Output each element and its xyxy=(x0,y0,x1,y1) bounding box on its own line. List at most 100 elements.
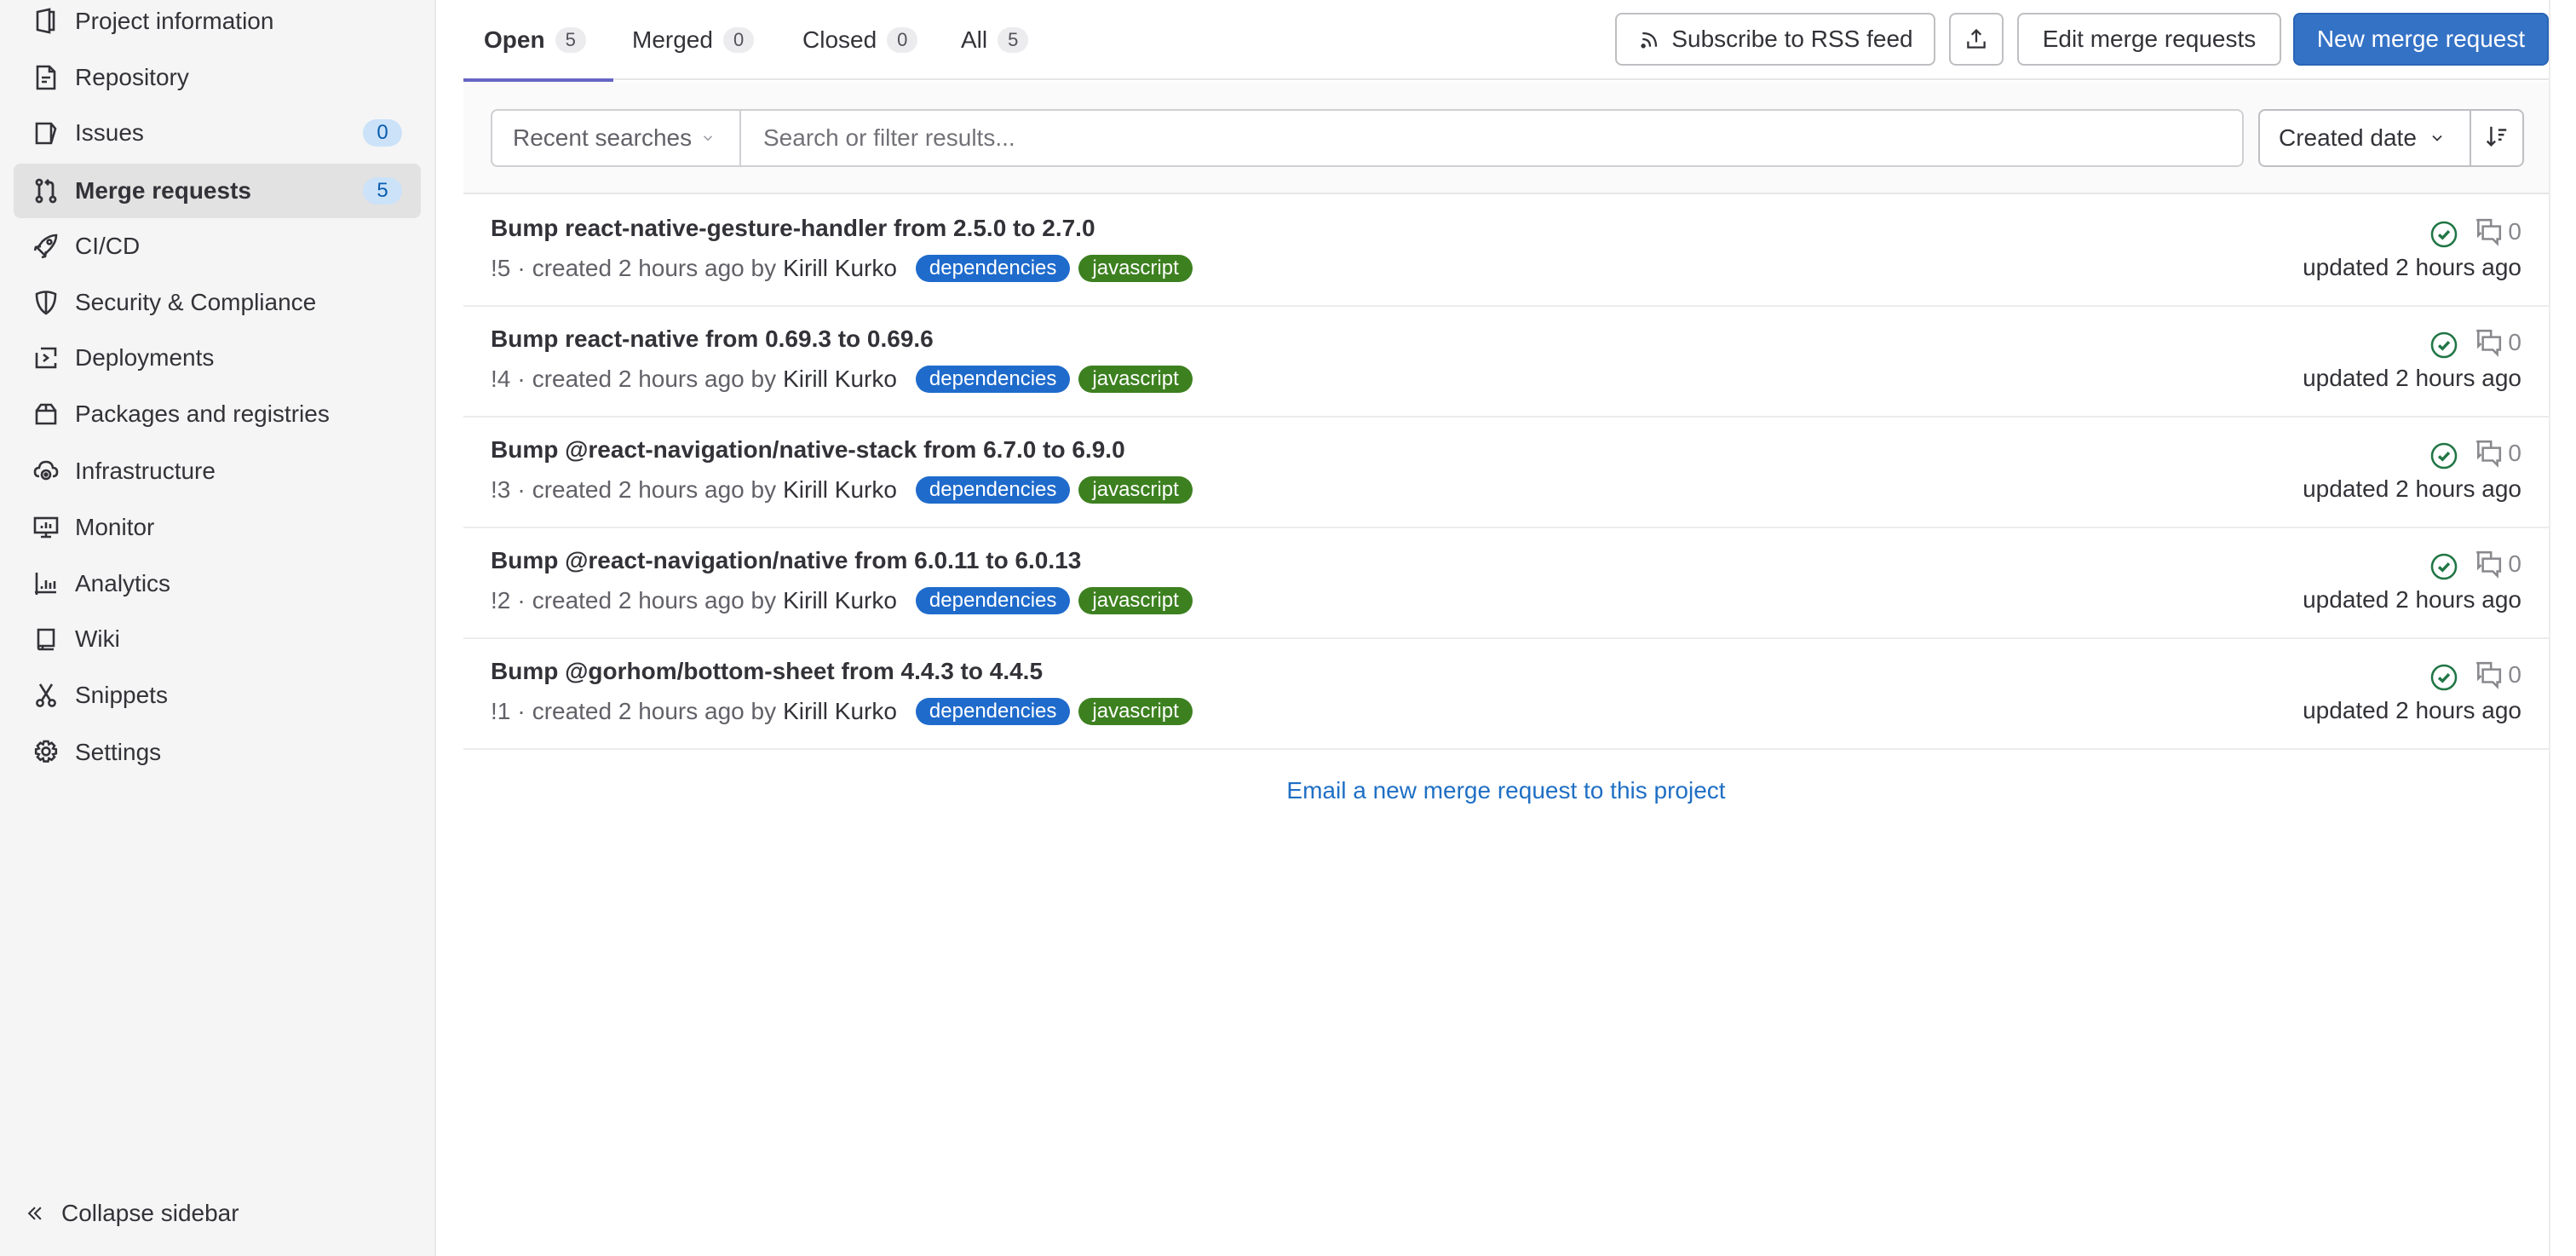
tab-merged[interactable]: Merged 0 xyxy=(612,0,774,80)
sidebar-item-ci-cd[interactable]: CI/CD xyxy=(14,219,421,274)
sidebar-item-wiki[interactable]: Wiki xyxy=(14,612,421,666)
tab-closed[interactable]: Closed 0 xyxy=(782,0,938,80)
merge-request-row: Bump @react-navigation/native-stack from… xyxy=(463,418,2549,528)
rss-icon xyxy=(1637,26,1663,52)
merge-requests-count-badge: 5 xyxy=(363,177,402,205)
merge-request-row: Bump react-native from 0.69.3 to 0.69.6 … xyxy=(463,307,2549,418)
tab-all[interactable]: All 5 xyxy=(940,0,1049,80)
author-link[interactable]: Kirill Kurko xyxy=(783,587,897,614)
label-dependencies[interactable]: dependencies xyxy=(915,366,1071,393)
comments-icon xyxy=(2476,329,2502,357)
separator-dot: · xyxy=(517,587,526,614)
search-field[interactable] xyxy=(739,109,2244,167)
email-new-merge-request-link[interactable]: Email a new merge request to this projec… xyxy=(463,777,2549,804)
created-text: created 2 hours ago by xyxy=(532,255,777,281)
sidebar-item-deployments[interactable]: Deployments xyxy=(14,331,421,385)
recent-searches-dropdown[interactable]: Recent searches xyxy=(491,109,741,167)
sidebar: Project information Repository Issues 0 … xyxy=(0,0,436,1256)
sidebar-item-issues[interactable]: Issues 0 xyxy=(14,106,421,160)
comments-count: 0 xyxy=(2474,328,2521,357)
sidebar-item-merge-requests[interactable]: Merge requests 5 xyxy=(14,164,421,218)
sidebar-item-analytics[interactable]: Analytics xyxy=(14,556,421,611)
comments-icon xyxy=(2476,661,2502,689)
new-merge-request-button[interactable]: New merge request xyxy=(2293,13,2549,66)
subscribe-rss-label: Subscribe to RSS feed xyxy=(1671,26,1913,52)
sidebar-item-settings[interactable]: Settings xyxy=(14,725,421,780)
document-icon xyxy=(32,64,60,91)
author-link[interactable]: Kirill Kurko xyxy=(783,476,897,504)
label-javascript[interactable]: javascript xyxy=(1078,698,1193,725)
label-dependencies[interactable]: dependencies xyxy=(915,698,1071,725)
pipeline-passed-icon[interactable] xyxy=(2429,331,2458,360)
merge-request-title[interactable]: Bump @react-navigation/native from 6.0.1… xyxy=(491,547,1081,574)
search-input[interactable] xyxy=(763,111,2242,165)
sort-descending-icon xyxy=(2484,124,2510,153)
gear-icon xyxy=(32,739,60,766)
merge-request-title[interactable]: Bump @react-navigation/native-stack from… xyxy=(491,436,1125,464)
sidebar-item-packages-registries[interactable]: Packages and registries xyxy=(14,387,421,441)
pipeline-passed-icon[interactable] xyxy=(2429,663,2458,692)
merge-request-row: Bump @react-navigation/native from 6.0.1… xyxy=(463,528,2549,639)
tab-count: 5 xyxy=(555,27,586,53)
author-link[interactable]: Kirill Kurko xyxy=(783,366,897,393)
sidebar-item-project-information[interactable]: Project information xyxy=(14,0,421,49)
subscribe-rss-button[interactable]: Subscribe to RSS feed xyxy=(1615,13,1935,66)
issues-count-badge: 0 xyxy=(363,119,402,147)
comments-icon xyxy=(2476,440,2502,468)
label-dependencies[interactable]: dependencies xyxy=(915,587,1071,614)
merge-request-row: Bump react-native-gesture-handler from 2… xyxy=(463,196,2549,307)
export-icon xyxy=(1964,26,1989,52)
pipeline-passed-icon[interactable] xyxy=(2429,220,2458,249)
collapse-sidebar-label: Collapse sidebar xyxy=(61,1200,239,1226)
sidebar-item-infrastructure[interactable]: Infrastructure xyxy=(14,444,421,498)
scrollbar[interactable] xyxy=(2549,0,2576,1256)
edit-merge-requests-label: Edit merge requests xyxy=(2042,26,2257,52)
sort-dropdown[interactable]: Created date xyxy=(2258,109,2471,167)
merge-request-title[interactable]: Bump @gorhom/bottom-sheet from 4.4.3 to … xyxy=(491,658,1043,685)
pipeline-passed-icon[interactable] xyxy=(2429,552,2458,581)
author-link[interactable]: Kirill Kurko xyxy=(783,698,897,725)
merge-request-meta: !2 · created 2 hours ago by Kirill Kurko… xyxy=(491,586,1201,615)
book-icon xyxy=(32,625,60,653)
shield-icon xyxy=(32,289,60,316)
export-button[interactable] xyxy=(1949,13,2004,66)
sort-direction-button[interactable] xyxy=(2470,109,2524,167)
sidebar-item-repository[interactable]: Repository xyxy=(14,50,421,105)
comments-count: 0 xyxy=(2474,439,2521,468)
created-text: created 2 hours ago by xyxy=(532,366,777,392)
filter-bar: Recent searches Created date xyxy=(463,82,2549,194)
labels: dependencies javascript xyxy=(915,366,1201,393)
label-javascript[interactable]: javascript xyxy=(1078,255,1193,282)
comments-count: 0 xyxy=(2474,660,2521,689)
merge-request-title[interactable]: Bump react-native-gesture-handler from 2… xyxy=(491,215,1095,242)
sidebar-item-monitor[interactable]: Monitor xyxy=(14,500,421,555)
label-javascript[interactable]: javascript xyxy=(1078,587,1193,614)
created-text: created 2 hours ago by xyxy=(532,698,777,724)
separator-dot: · xyxy=(517,255,526,281)
chevron-down-icon xyxy=(700,130,717,147)
tab-open[interactable]: Open 5 xyxy=(463,0,613,82)
sidebar-item-security-compliance[interactable]: Security & Compliance xyxy=(14,275,421,330)
sidebar-item-label: Packages and registries xyxy=(75,400,330,427)
label-dependencies[interactable]: dependencies xyxy=(915,255,1071,282)
pipeline-passed-icon[interactable] xyxy=(2429,441,2458,470)
package-icon xyxy=(32,400,60,428)
created-text: created 2 hours ago by xyxy=(532,587,777,614)
label-javascript[interactable]: javascript xyxy=(1078,366,1193,393)
merge-request-icon xyxy=(32,177,60,205)
edit-merge-requests-button[interactable]: Edit merge requests xyxy=(2017,13,2281,66)
sidebar-item-label: Infrastructure xyxy=(75,458,216,484)
merge-request-ref: !4 xyxy=(491,366,511,392)
merge-request-title[interactable]: Bump react-native from 0.69.3 to 0.69.6 xyxy=(491,326,934,353)
recent-searches-label: Recent searches xyxy=(513,124,693,151)
label-dependencies[interactable]: dependencies xyxy=(915,476,1071,504)
comments-number: 0 xyxy=(2508,218,2521,245)
label-javascript[interactable]: javascript xyxy=(1078,476,1193,504)
separator-dot: · xyxy=(517,476,526,503)
separator-dot: · xyxy=(517,698,526,724)
rocket-icon xyxy=(32,233,60,260)
collapse-sidebar-button[interactable]: Collapse sidebar xyxy=(26,1196,239,1230)
author-link[interactable]: Kirill Kurko xyxy=(783,255,897,282)
sidebar-item-snippets[interactable]: Snippets xyxy=(14,668,421,723)
sidebar-item-label: Analytics xyxy=(75,570,171,596)
